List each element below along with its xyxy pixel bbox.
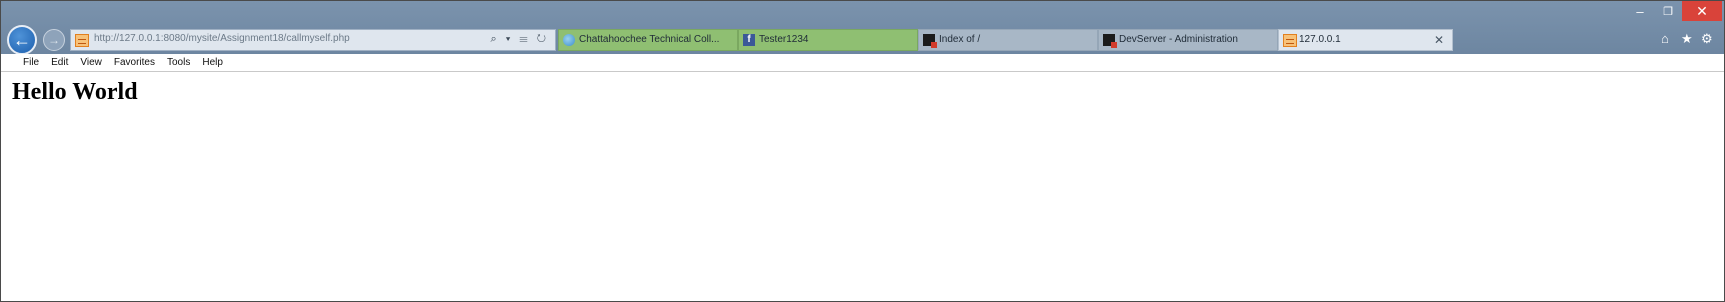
menu-view[interactable]: View — [80, 54, 102, 71]
tab-label: Index of / — [939, 34, 981, 45]
tab-label: 127.0.0.1 — [1299, 34, 1341, 45]
tab-devserver[interactable]: DevServer - Administration — [1098, 29, 1278, 51]
forward-button[interactable]: → — [43, 29, 65, 51]
maximize-button[interactable]: ❐ — [1654, 1, 1682, 21]
tab-chattahoochee[interactable]: Chattahoochee Technical Coll... — [558, 29, 738, 51]
search-refresh-icons[interactable]: ⌕ ▾ ☰ ↻ — [491, 33, 549, 46]
menu-tools[interactable]: Tools — [167, 54, 190, 71]
address-bar[interactable]: http://127.0.0.1:8080/mysite/Assignment1… — [70, 29, 556, 51]
server-icon — [1103, 34, 1117, 48]
back-arrow-icon: ← — [13, 29, 31, 50]
tab-localhost-active[interactable]: 127.0.0.1 ✕ — [1278, 29, 1453, 51]
menu-file[interactable]: File — [23, 54, 39, 71]
forward-arrow-icon: → — [48, 33, 60, 47]
tab-label: Chattahoochee Technical Coll... — [579, 34, 720, 45]
close-window-button[interactable]: ✕ — [1682, 1, 1722, 21]
title-bar: – ❐ ✕ ← → http://127.0.0.1:8080/mysite/A… — [1, 1, 1724, 55]
tab-label: Tester1234 — [759, 34, 809, 45]
browser-window: – ❐ ✕ ← → http://127.0.0.1:8080/mysite/A… — [0, 0, 1725, 302]
favorites-star-icon[interactable]: ★ — [1681, 31, 1693, 47]
facebook-icon: f — [743, 34, 755, 46]
menu-edit[interactable]: Edit — [51, 54, 68, 71]
menu-favorites[interactable]: Favorites — [114, 54, 155, 71]
home-icon[interactable]: ⌂ — [1661, 31, 1669, 46]
tab-label: DevServer - Administration — [1119, 34, 1238, 45]
page-heading: Hello World — [12, 79, 138, 105]
tab-index-of[interactable]: Index of / — [918, 29, 1098, 51]
page-icon — [1283, 34, 1297, 47]
minimize-button[interactable]: – — [1626, 1, 1654, 21]
close-tab-icon[interactable]: ✕ — [1434, 33, 1444, 47]
menu-bar: File Edit View Favorites Tools Help — [1, 54, 1724, 72]
server-icon — [923, 34, 937, 48]
page-icon — [75, 34, 89, 47]
address-url[interactable]: http://127.0.0.1:8080/mysite/Assignment1… — [94, 33, 350, 44]
tab-tester1234[interactable]: f Tester1234 — [738, 29, 918, 51]
globe-icon — [563, 34, 575, 46]
back-button[interactable]: ← — [7, 25, 37, 55]
menu-help[interactable]: Help — [202, 54, 223, 71]
page-content: Hello World — [1, 73, 1724, 301]
settings-gear-icon[interactable]: ⚙ — [1701, 31, 1713, 47]
